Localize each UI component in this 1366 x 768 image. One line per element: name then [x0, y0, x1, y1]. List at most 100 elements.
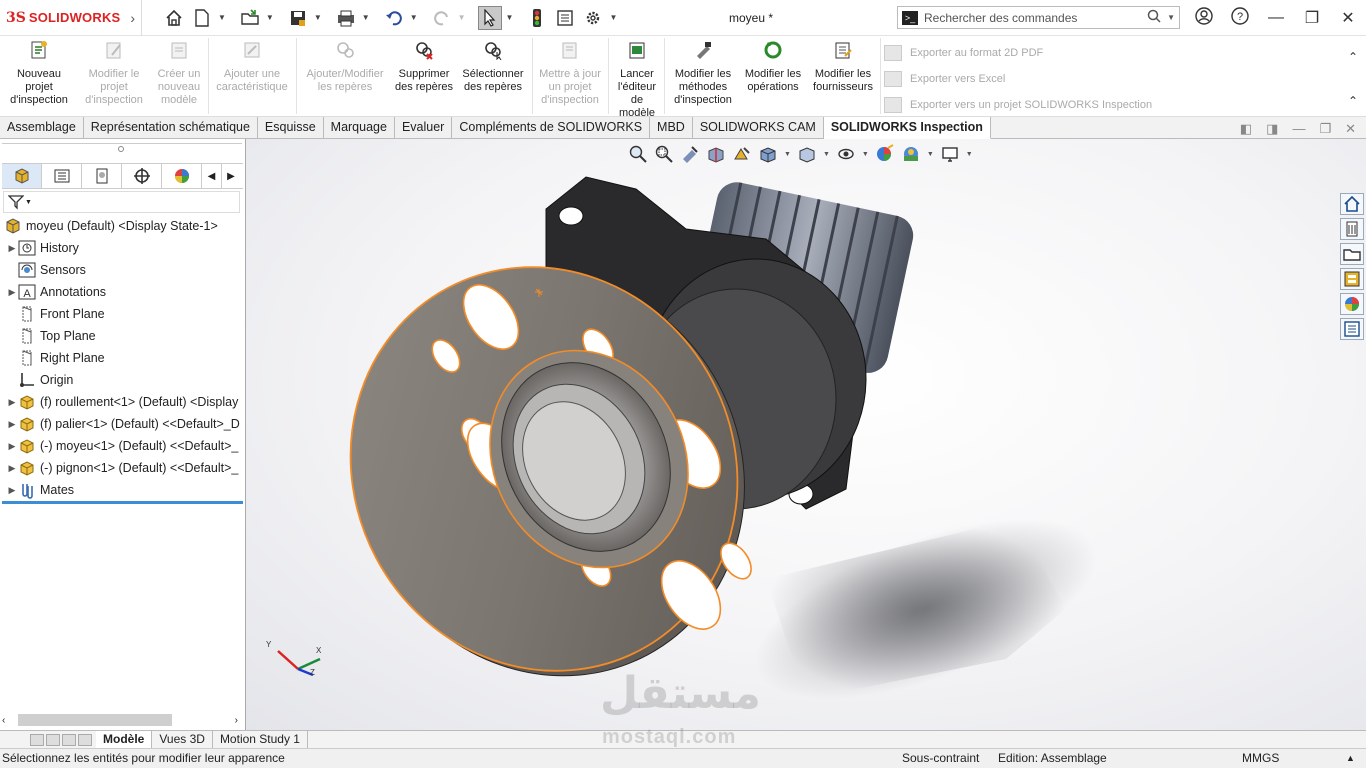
file-explorer-icon[interactable]	[1340, 243, 1364, 265]
first-tab-icon[interactable]	[30, 733, 44, 746]
save-icon[interactable]	[286, 6, 310, 30]
print-icon[interactable]	[334, 6, 358, 30]
expand-arrow-icon[interactable]: ▶	[6, 243, 18, 254]
search-icon[interactable]	[1147, 9, 1161, 26]
edit-inspection-methods-button[interactable]: Modifier les méthodes d'inspection	[668, 40, 738, 107]
rollback-bar[interactable]	[2, 501, 243, 504]
chevron-down-icon[interactable]: ▼	[314, 13, 322, 22]
tree-item[interactable]: ▶ History	[0, 237, 246, 259]
select-balloons-button[interactable]: Sélectionner des repères	[458, 40, 528, 94]
last-tab-icon[interactable]	[78, 733, 92, 746]
tab-representation-schematique[interactable]: Représentation schématique	[83, 117, 258, 138]
tab-evaluer[interactable]: Evaluer	[394, 117, 453, 138]
gear-icon[interactable]	[581, 6, 605, 30]
chevron-down-icon[interactable]: ▼	[25, 199, 32, 206]
expand-arrow-icon[interactable]: ▶	[6, 419, 18, 430]
tree-item[interactable]: ▶ (f) palier<1> (Default) <<Default>_D	[0, 413, 246, 435]
tree-item[interactable]: ▶ (f) roullement<1> (Default) <Display	[0, 391, 246, 413]
appearances-scenes-icon[interactable]	[1340, 293, 1364, 315]
expand-arrow-icon[interactable]: ▶	[6, 485, 18, 496]
view-palette-icon[interactable]	[1340, 268, 1364, 290]
tile-right-icon[interactable]: ◨	[1266, 121, 1278, 137]
tab-esquisse[interactable]: Esquisse	[257, 117, 324, 138]
traffic-light-icon[interactable]	[525, 6, 549, 30]
expand-arrow-icon[interactable]: ▶	[6, 441, 18, 452]
scroll-left-icon[interactable]: ‹	[2, 715, 5, 726]
design-library-icon[interactable]	[1340, 218, 1364, 240]
new-inspection-project-button[interactable]: Nouveau projet d'inspection	[6, 40, 72, 107]
close-icon[interactable]: ✕	[1330, 8, 1366, 28]
tree-item[interactable]: ▶ (-) pignon<1> (Default) <<Default>_	[0, 457, 246, 479]
edit-operations-button[interactable]: Modifier les opérations	[740, 40, 806, 94]
chevron-up-icon[interactable]: ⌃	[1348, 94, 1358, 108]
wheel-hub-model[interactable]: Y X Z	[246, 139, 1366, 730]
tree-filter-field[interactable]: ▼	[3, 191, 240, 213]
select-cursor-icon[interactable]	[477, 5, 502, 30]
solidworks-logo[interactable]: 3S SOLIDWORKS ›	[0, 0, 142, 36]
new-document-icon[interactable]	[190, 6, 214, 30]
edit-vendors-button[interactable]: Modifier les fournisseurs	[808, 40, 878, 94]
next-tab-icon[interactable]	[62, 733, 76, 746]
chevron-down-icon[interactable]: ▼	[266, 13, 274, 22]
chevron-right-icon[interactable]: ›	[130, 10, 135, 26]
open-folder-icon[interactable]	[238, 6, 262, 30]
tree-item[interactable]: Top Plane	[0, 325, 246, 347]
tab-marquage[interactable]: Marquage	[323, 117, 395, 138]
solidworks-resources-icon[interactable]	[1340, 193, 1364, 215]
tree-item[interactable]: Origin	[0, 369, 246, 391]
chevron-down-icon[interactable]: ▼	[410, 13, 418, 22]
delete-balloons-button[interactable]: Supprimer des repères	[394, 40, 454, 94]
minimize-icon[interactable]: —	[1258, 9, 1294, 27]
chevron-down-icon[interactable]: ▼	[506, 13, 514, 22]
tree-item[interactable]: Front Plane	[0, 303, 246, 325]
file-properties-icon[interactable]	[553, 6, 577, 30]
tree-horizontal-scrollbar[interactable]: ‹ ›	[2, 712, 242, 728]
tab-assemblage[interactable]: Assemblage	[0, 117, 84, 138]
chevron-down-icon[interactable]: ▼	[218, 13, 226, 22]
launch-template-editor-button[interactable]: Lancer l'éditeur de modèle	[612, 40, 662, 120]
chevron-down-icon[interactable]: ▼	[1167, 13, 1175, 22]
restore-icon[interactable]: ❐	[1319, 121, 1331, 137]
tree-item[interactable]: ▶ A Annotations	[0, 281, 246, 303]
close-icon[interactable]: ✕	[1345, 121, 1356, 137]
tab-complements[interactable]: Compléments de SOLIDWORKS	[452, 117, 651, 138]
graphics-area[interactable]: ▼ ▼ ▼ ▼ ▼ Y X Z	[246, 139, 1366, 730]
tab-motion-study[interactable]: Motion Study 1	[213, 731, 308, 748]
tree-item[interactable]: Sensors	[0, 259, 246, 281]
restore-icon[interactable]: ❐	[1294, 8, 1330, 28]
feature-manager-tab[interactable]	[2, 164, 42, 188]
tab-mbd[interactable]: MBD	[650, 117, 693, 138]
scrollbar-thumb[interactable]	[18, 714, 172, 726]
display-manager-tab[interactable]	[162, 164, 202, 188]
tree-item[interactable]: Right Plane	[0, 347, 246, 369]
help-icon[interactable]: ?	[1222, 6, 1258, 30]
tree-root[interactable]: moyeu (Default) <Display State-1>	[0, 215, 246, 237]
panel-splitter-dot[interactable]	[118, 146, 124, 152]
tab-solidworks-cam[interactable]: SOLIDWORKS CAM	[692, 117, 824, 138]
tree-item[interactable]: ▶ Mates	[0, 479, 246, 501]
configuration-manager-tab[interactable]	[82, 164, 122, 188]
dimxpert-manager-tab[interactable]	[122, 164, 162, 188]
chevron-down-icon[interactable]: ▼	[362, 13, 370, 22]
undo-icon[interactable]	[382, 6, 406, 30]
chevron-up-icon[interactable]: ▲	[1346, 749, 1355, 768]
tab-nav-buttons[interactable]	[0, 731, 96, 748]
expand-arrow-icon[interactable]: ▶	[6, 287, 18, 298]
tab-vues-3d[interactable]: Vues 3D	[152, 731, 213, 748]
tab-solidworks-inspection[interactable]: SOLIDWORKS Inspection	[823, 117, 991, 139]
expand-arrow-icon[interactable]: ▶	[6, 463, 18, 474]
command-search-field[interactable]: >_ Rechercher des commandes ▼	[897, 6, 1180, 29]
home-icon[interactable]	[162, 6, 186, 30]
chevron-down-icon[interactable]: ▼	[609, 13, 617, 22]
minimize-icon[interactable]: —	[1292, 121, 1305, 137]
tile-left-icon[interactable]: ◧	[1240, 121, 1252, 137]
tab-modele[interactable]: Modèle	[96, 731, 153, 748]
unit-system[interactable]: MMGS	[1242, 749, 1279, 768]
expand-arrow-icon[interactable]: ▶	[6, 397, 18, 408]
chevron-up-icon[interactable]: ⌃	[1348, 50, 1358, 64]
tab-scroll-right[interactable]: ▶	[222, 164, 240, 188]
property-manager-tab[interactable]	[42, 164, 82, 188]
scroll-right-icon[interactable]: ›	[235, 715, 238, 726]
tab-scroll-left[interactable]: ◀	[202, 164, 222, 188]
user-account-icon[interactable]	[1186, 6, 1222, 30]
